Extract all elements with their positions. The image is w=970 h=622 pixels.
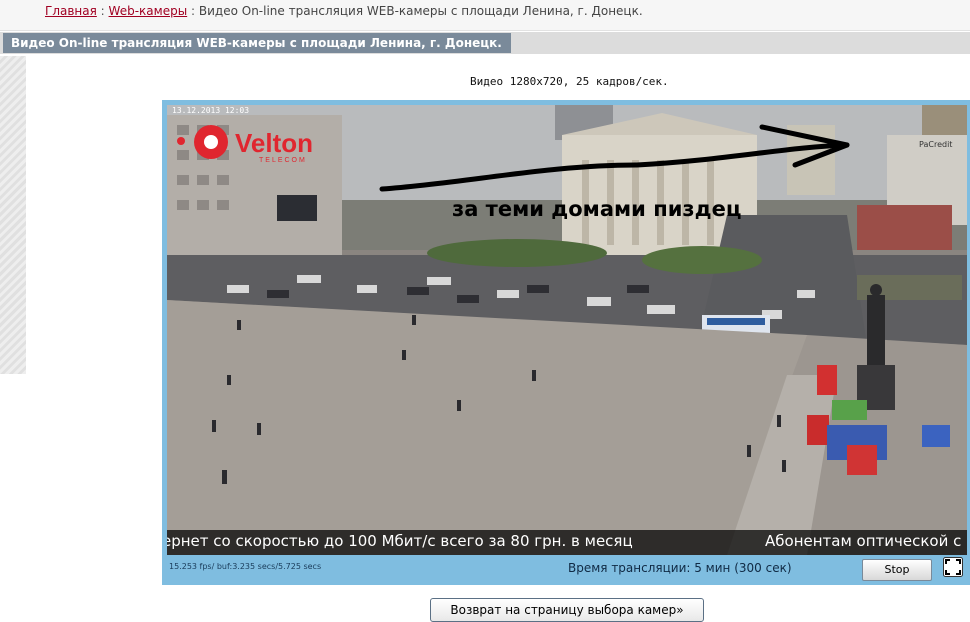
building-sign: PaCredit <box>919 140 952 149</box>
square <box>167 300 807 555</box>
tent <box>817 365 837 395</box>
ad-ticker: ернет со скоростью до 100 Мбит/с всего з… <box>167 530 967 555</box>
lawn <box>427 239 607 267</box>
video-player: PaCredit Velton TELECOM 13.12.2013 12:03… <box>162 100 970 585</box>
ticker-text-left: ернет со скоростью до 100 Мбит/с всего з… <box>167 532 633 550</box>
left-decor-stripe <box>0 56 26 374</box>
distant-building <box>922 105 967 140</box>
broadcast-duration: Время трансляции: 5 мин (300 сек) <box>568 561 792 575</box>
breadcrumb: Главная : Web-камеры : Видео On-line тра… <box>45 4 643 18</box>
ticker-text-right: Абонентам оптической с <box>765 532 962 550</box>
breadcrumb-current: Видео On-line трансляция WEB-камеры с пл… <box>198 4 643 18</box>
drawn-overlay-text: за теми домами пиздец <box>452 197 742 221</box>
top-bar: Главная : Web-камеры : Видео On-line тра… <box>0 0 970 31</box>
breadcrumb-separator: : <box>100 4 105 18</box>
breadcrumb-home-link[interactable]: Главная <box>45 4 97 18</box>
video-timestamp: 13.12.2013 12:03 <box>172 106 250 115</box>
fullscreen-icon[interactable] <box>943 557 963 577</box>
logo-text: Velton <box>235 128 313 158</box>
back-to-cameras-button[interactable]: Возврат на страницу выбора камер» <box>430 598 704 622</box>
billboard <box>277 195 317 221</box>
breadcrumb-cameras-link[interactable]: Web-камеры <box>109 4 188 18</box>
stop-button[interactable]: Stop <box>862 559 932 581</box>
logo-subtext: TELECOM <box>259 157 307 164</box>
video-caption: Видео 1280х720, 25 кадров/сек. <box>470 75 669 88</box>
lawn <box>642 246 762 274</box>
right-shop <box>857 205 952 250</box>
page-title: Видео On-line трансляция WEB-камеры с пл… <box>3 33 511 53</box>
video-frame[interactable]: PaCredit Velton TELECOM 13.12.2013 12:03… <box>167 105 967 555</box>
fps-readout: 15.253 fps/ buf:3.235 secs/5.725 secs <box>169 562 322 571</box>
webcam-scene: PaCredit Velton TELECOM <box>167 105 967 555</box>
breadcrumb-separator: : <box>191 4 196 18</box>
lenin-statue <box>867 295 885 365</box>
